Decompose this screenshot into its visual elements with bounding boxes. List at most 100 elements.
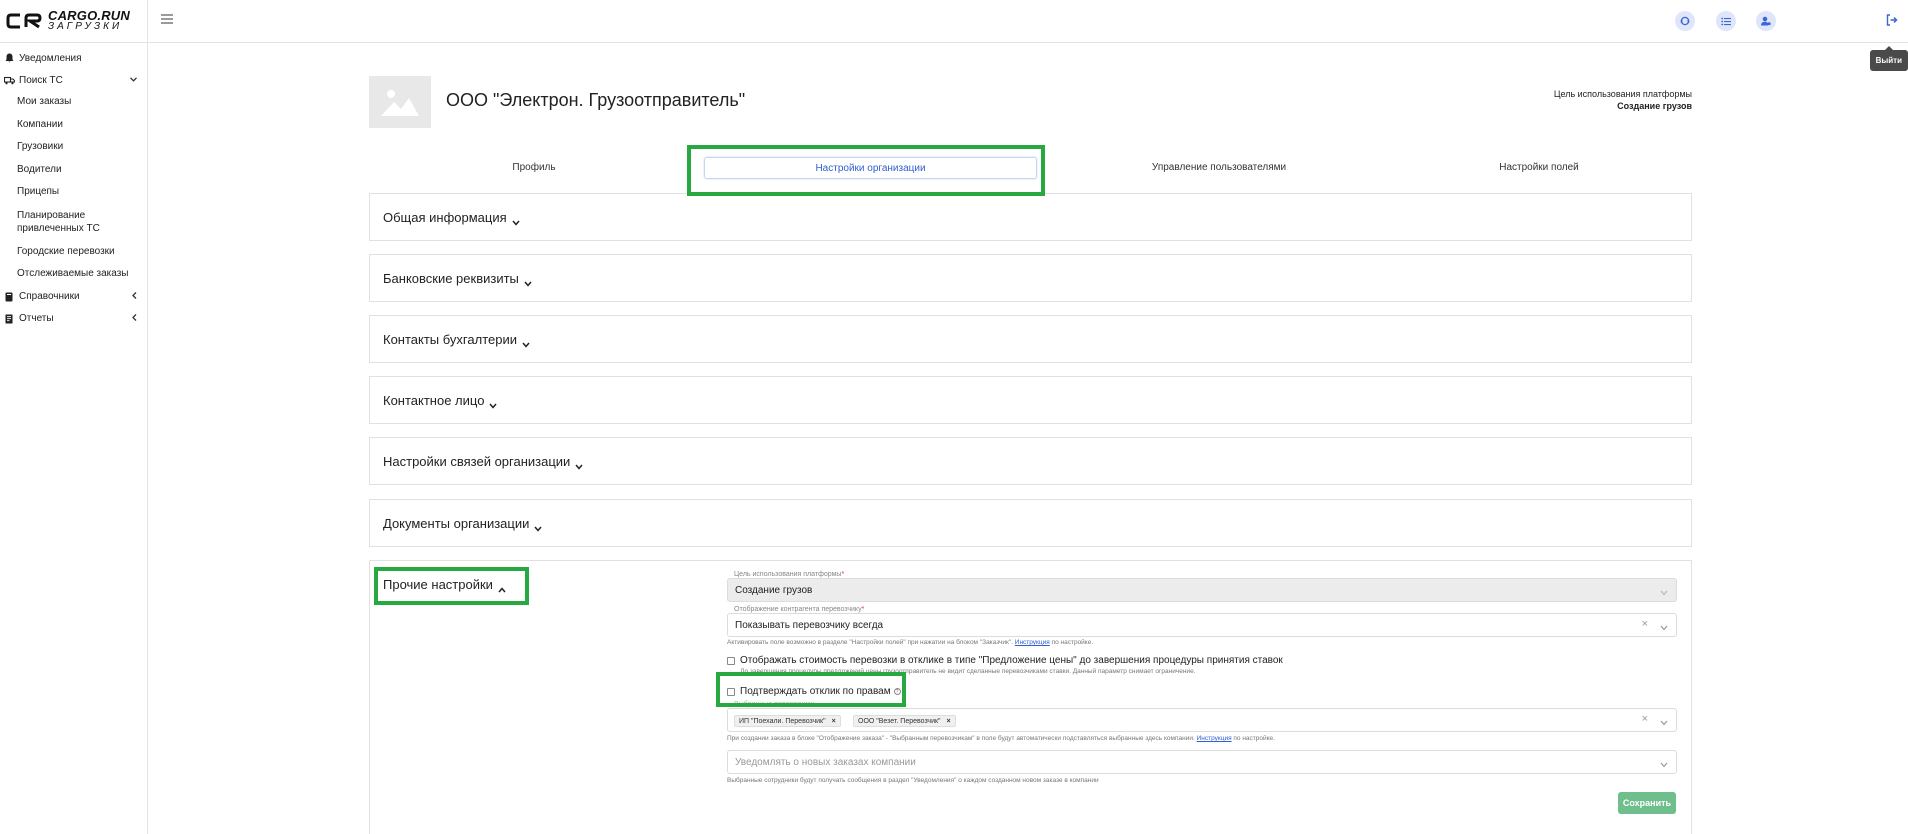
- platform-goal-label: Цель использования платформы: [1553, 89, 1692, 99]
- section-title: Банковские реквизиты: [383, 271, 519, 286]
- show-cost-checkbox[interactable]: [727, 656, 735, 665]
- settings-tabs: Профиль Настройки организации Управление…: [369, 157, 1692, 179]
- checkbox-label: Отображать стоимость перевозки в отклике…: [740, 655, 1283, 666]
- sidebar-subitem-my-orders[interactable]: Мои заказы: [0, 91, 147, 114]
- sidebar-item-reports[interactable]: Отчеты: [0, 308, 147, 330]
- help-icon[interactable]: ?: [893, 688, 901, 695]
- org-name: ООО "Электрон. Грузоотправитель": [446, 90, 746, 110]
- notify-orders-select[interactable]: Уведомлять о новых заказах компании: [727, 750, 1677, 774]
- sidebar-subitem-city-transport[interactable]: Городские перевозки: [0, 241, 147, 264]
- platform-goal: Цель использования платформы Создание гр…: [1554, 88, 1692, 112]
- top-bar: Выйти: [148, 0, 1908, 71]
- carrier-chip: ИП "Поехали. Перевозчик" ×: [734, 715, 841, 727]
- section-title: Настройки связей организации: [383, 454, 571, 469]
- tab-profile[interactable]: Профиль: [449, 157, 619, 179]
- section-title: Документы организации: [383, 516, 530, 531]
- field-label: Цель использования платформы: [734, 571, 842, 578]
- sidebar-item-label: Отчеты: [19, 313, 54, 324]
- org-logo-placeholder[interactable]: [369, 76, 431, 128]
- sidebar-item-directories[interactable]: Справочники: [0, 286, 147, 308]
- main-content: ООО "Электрон. Грузоотправитель" Цель ис…: [148, 44, 1908, 834]
- sidebar-item-search-vehicles[interactable]: Поиск ТС: [0, 69, 147, 91]
- chevron-down-icon: [512, 214, 520, 226]
- carrier-display-hint: Активировать поле возможно в разделе "На…: [727, 639, 1094, 646]
- show-cost-checkbox-row[interactable]: Отображать стоимость перевозки в отклике…: [727, 655, 1283, 666]
- section-title: Контактное лицо: [383, 393, 485, 408]
- brand-logo[interactable]: CARGO.RUN ЗАГРУЗКИ: [0, 0, 147, 43]
- confirm-by-rights-checkbox-row[interactable]: Подтверждать отклик по правам ?: [727, 686, 901, 697]
- chevron-up-icon: [498, 581, 506, 592]
- org-header: ООО "Электрон. Грузоотправитель" Цель ис…: [369, 76, 1692, 128]
- section-other-settings: Прочие настройки Цель использования плат…: [369, 560, 1692, 834]
- other-settings-header[interactable]: Прочие настройки: [383, 577, 506, 592]
- sidebar-subitem-trucks[interactable]: Грузовики: [0, 136, 147, 159]
- platform-goal-select: Цель использования платформы* Создание г…: [727, 571, 1677, 602]
- clear-icon[interactable]: ×: [1642, 713, 1648, 725]
- support-icon[interactable]: [1675, 11, 1695, 31]
- field-value: Показывать перевозчику всегда: [735, 620, 884, 631]
- bell-icon: [3, 52, 15, 64]
- field-placeholder: Уведомлять о новых заказах компании: [735, 757, 916, 768]
- sidebar: CARGO.RUN ЗАГРУЗКИ Уведомления Поиск ТС …: [0, 0, 148, 834]
- tab-org-settings[interactable]: Настройки организации: [704, 157, 1037, 179]
- brand-name: CARGO.RUN: [48, 8, 130, 23]
- section-title: Контакты бухгалтерии: [383, 332, 517, 347]
- user-settings-icon[interactable]: [1756, 11, 1776, 31]
- sidebar-nav: Уведомления Поиск ТС Мои заказы Компании…: [0, 43, 147, 330]
- sidebar-subitem-trailers[interactable]: Прицепы: [0, 181, 147, 204]
- section-bank-details[interactable]: Банковские реквизиты: [369, 254, 1692, 302]
- section-title: Прочие настройки: [383, 577, 493, 592]
- sidebar-subitem-planning[interactable]: Планирование привлеченных ТС: [0, 204, 147, 241]
- list-icon[interactable]: [1716, 11, 1736, 31]
- chevron-down-icon: [575, 458, 583, 470]
- chevron-down-icon: [534, 520, 542, 532]
- tab-user-management[interactable]: Управление пользователями: [1089, 157, 1349, 179]
- chevron-down-icon: [130, 74, 137, 84]
- image-icon: [381, 90, 419, 116]
- carrier-display-select[interactable]: Отображение контрагента перевозчику* Пок…: [727, 606, 1677, 637]
- chevron-down-icon[interactable]: [1660, 717, 1668, 726]
- notify-orders-hint: Выбранные сотрудники будут получать сооб…: [727, 777, 1099, 784]
- chevron-down-icon[interactable]: [1660, 759, 1668, 768]
- section-title: Общая информация: [383, 210, 507, 225]
- chevron-down-icon[interactable]: [1660, 622, 1668, 631]
- chip-remove-icon[interactable]: ×: [832, 718, 836, 725]
- chevron-down-icon: [1660, 587, 1668, 596]
- truck-icon: [3, 74, 15, 86]
- sidebar-item-label: Справочники: [19, 291, 80, 302]
- brand-tagline: ЗАГРУЗКИ: [48, 21, 123, 32]
- clear-icon[interactable]: ×: [1642, 618, 1648, 630]
- section-general-info[interactable]: Общая информация: [369, 193, 1692, 241]
- sidebar-subitem-companies[interactable]: Компании: [0, 114, 147, 137]
- confirm-by-rights-checkbox[interactable]: [727, 687, 735, 696]
- field-label: Выбранные перевозчики: [734, 701, 815, 708]
- menu-toggle-icon[interactable]: [161, 14, 173, 24]
- sidebar-subitem-tracked-orders[interactable]: Отслеживаемые заказы: [0, 263, 147, 286]
- section-org-relations[interactable]: Настройки связей организации: [369, 437, 1692, 485]
- selected-carriers-select[interactable]: Выбранные перевозчики ИП "Поехали. Перев…: [727, 701, 1677, 732]
- logout-icon[interactable]: [1886, 14, 1898, 26]
- instruction-link[interactable]: Инструкция: [1197, 735, 1232, 742]
- save-button[interactable]: Сохранить: [1618, 792, 1676, 814]
- sidebar-item-notifications[interactable]: Уведомления: [0, 47, 147, 69]
- show-cost-hint: До завершения процедуры предложений цены…: [740, 668, 1196, 675]
- platform-goal-value: Создание грузов: [1617, 101, 1692, 111]
- instruction-link[interactable]: Инструкция: [1015, 639, 1050, 646]
- chevron-down-icon: [489, 397, 498, 409]
- section-contact-person[interactable]: Контактное лицо: [369, 376, 1692, 424]
- chip-remove-icon[interactable]: ×: [947, 718, 951, 725]
- chevron-down-icon: [522, 336, 530, 348]
- cargo-logo-icon: [6, 12, 42, 30]
- logout-tooltip: Выйти: [1869, 46, 1908, 71]
- sidebar-item-label: Поиск ТС: [19, 74, 63, 86]
- field-label: Отображение контрагента перевозчику: [734, 606, 862, 613]
- section-accounting-contacts[interactable]: Контакты бухгалтерии: [369, 315, 1692, 363]
- chevron-left-icon: [132, 313, 137, 323]
- report-icon: [3, 313, 15, 325]
- tab-field-settings[interactable]: Настройки полей: [1439, 157, 1639, 179]
- field-value: Создание грузов: [735, 585, 813, 596]
- checkbox-label: Подтверждать отклик по правам: [740, 686, 891, 697]
- sidebar-subitem-drivers[interactable]: Водители: [0, 159, 147, 182]
- sidebar-item-label: Уведомления: [19, 52, 82, 64]
- section-org-documents[interactable]: Документы организации: [369, 499, 1692, 547]
